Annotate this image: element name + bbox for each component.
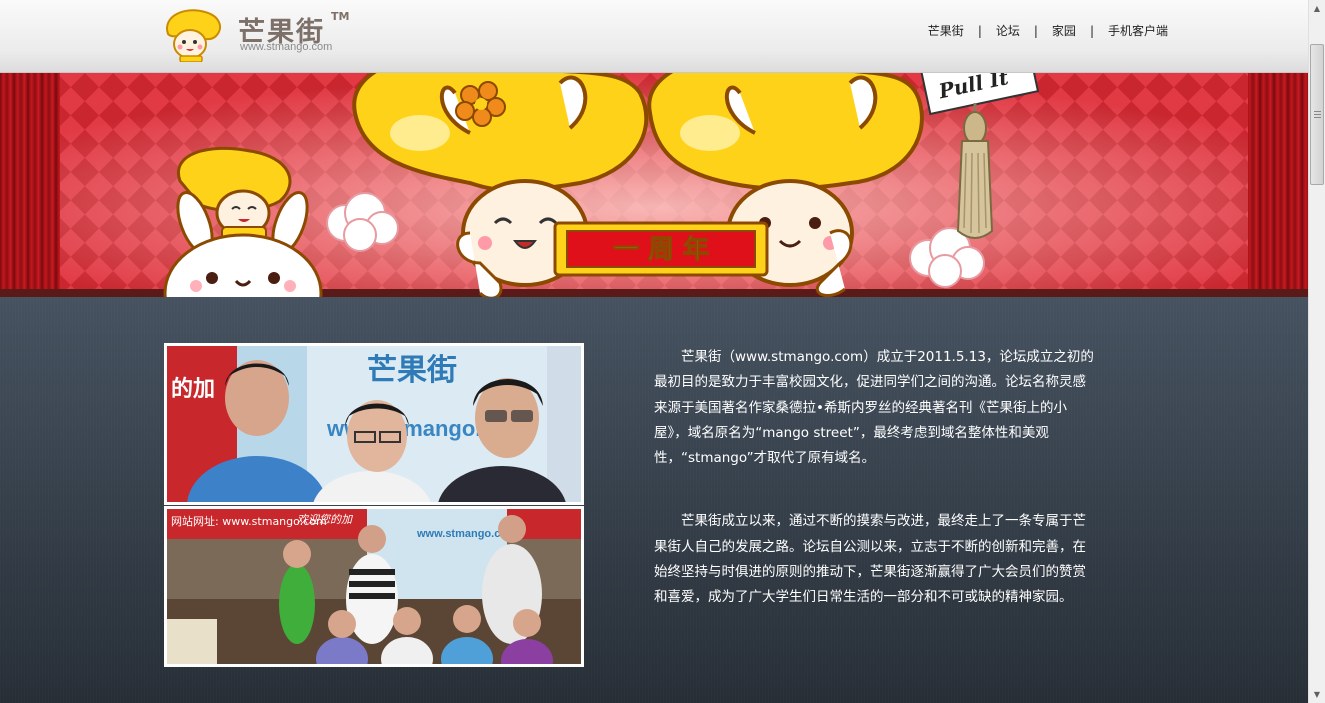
about-paragraph-1: 芒果街（www.stmango.com）成立于2011.5.13，论坛成立之初的…	[654, 349, 1094, 467]
triangle-up-icon[interactable]: ▲	[1309, 0, 1325, 17]
nav-item-mobile-client[interactable]: 手机客户端	[1108, 22, 1168, 39]
about-section: 芒果街 www.stmango.com 的加 网站网址: www.stmango…	[0, 297, 1308, 703]
team-photo-bottom-image: 网站网址: www.stmango.com 欢迎您的加 www.stmango.…	[167, 509, 581, 664]
photo-side-text: 的加	[171, 376, 215, 402]
logo-trademark: TM	[331, 10, 350, 23]
mango-mascot-icon	[166, 9, 221, 62]
nav-separator: |	[1033, 23, 1038, 38]
about-text: 芒果街（www.stmango.com）成立于2011.5.13，论坛成立之初的…	[654, 345, 1094, 611]
team-photo-bottom[interactable]: 网站网址: www.stmango.com 欢迎您的加 www.stmango.…	[164, 506, 584, 667]
nav-separator: |	[977, 23, 982, 38]
nav-item-mango-street[interactable]: 芒果街	[928, 22, 964, 39]
logo-url: www.stmango.com	[240, 41, 333, 53]
anniversary-banner: 一 周 年 Pull It	[0, 73, 1308, 297]
vertical-scrollbar[interactable]: ▲ ▼	[1308, 0, 1325, 703]
banner-illustration: 一 周 年 Pull It	[0, 73, 1308, 297]
triangle-down-icon[interactable]: ▼	[1309, 686, 1325, 703]
nav-separator: |	[1089, 23, 1094, 38]
team-photo-top[interactable]: 芒果街 www.stmango.com 的加	[164, 343, 584, 505]
about-paragraph-2: 芒果街成立以来，通过不断的摸索与改进，最终走上了一条专属于芒果街人自己的发展之路…	[654, 513, 1086, 606]
grip-icon	[1314, 111, 1321, 118]
photo-gallery: 芒果街 www.stmango.com 的加 网站网址: www.stmango…	[164, 343, 584, 667]
photo-sign-text: 芒果街	[367, 353, 457, 388]
scrollbar-thumb[interactable]	[1310, 44, 1324, 185]
main-nav: 芒果街 | 论坛 | 家园 | 手机客户端	[928, 22, 1168, 39]
ribbon-text: 一 周 年	[613, 234, 709, 265]
nav-item-forum[interactable]: 论坛	[996, 22, 1020, 39]
site-logo[interactable]: 芒果街 TM www.stmango.com	[160, 6, 350, 62]
nav-item-home[interactable]: 家园	[1052, 22, 1076, 39]
photo-welcome-text: 欢迎您的加	[297, 513, 354, 526]
site-header: 芒果街 TM www.stmango.com 芒果街 | 论坛 | 家园 | 手…	[0, 0, 1308, 73]
team-photo-top-image: 芒果街 www.stmango.com 的加	[167, 346, 581, 502]
